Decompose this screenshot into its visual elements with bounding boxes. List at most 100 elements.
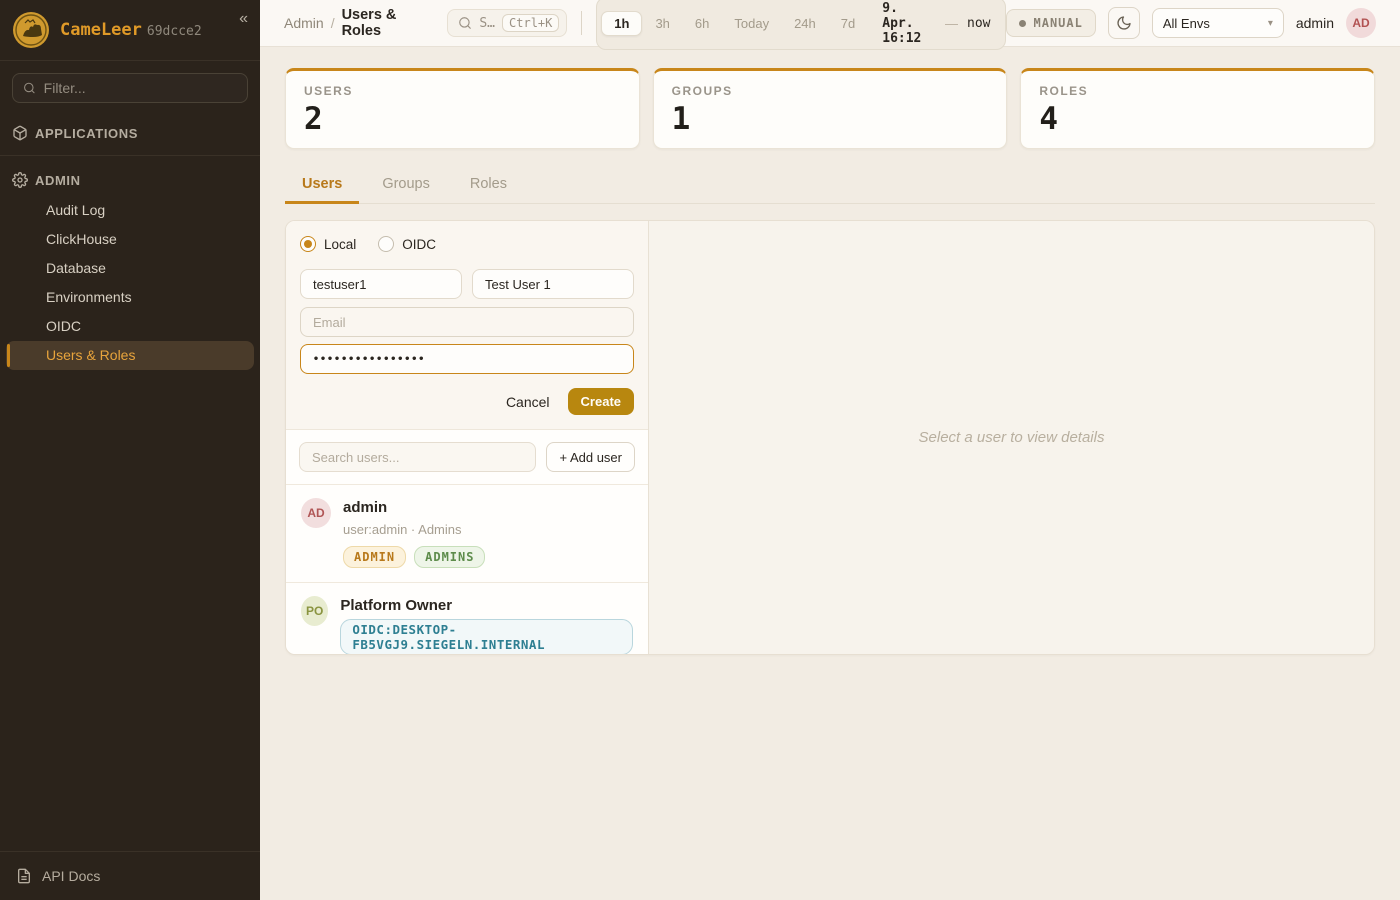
user-row-platform-owner[interactable]: PO Platform Owner OIDC:DESKTOP-FB5VGJ9.S… xyxy=(286,582,648,655)
api-docs-link[interactable]: API Docs xyxy=(0,851,260,900)
create-user-form: Local OIDC Cancel Create xyxy=(286,221,648,429)
time-dash: — xyxy=(945,16,958,31)
search-icon xyxy=(23,81,36,95)
stat-label: USERS xyxy=(304,84,621,98)
status-dot xyxy=(1019,20,1026,27)
breadcrumb-separator: / xyxy=(331,15,335,31)
radio-circle xyxy=(300,236,316,252)
env-selected-label: All Envs xyxy=(1163,16,1210,31)
refresh-mode-badge[interactable]: MANUAL xyxy=(1006,9,1096,37)
global-search[interactable]: S… Ctrl+K xyxy=(447,9,567,37)
top-header: Admin / Users & Roles S… Ctrl+K 1h 3h 6h… xyxy=(260,0,1400,47)
avatar: AD xyxy=(301,498,331,528)
cancel-button[interactable]: Cancel xyxy=(506,394,550,410)
radio-oidc-label: OIDC xyxy=(402,237,436,252)
search-icon xyxy=(458,16,472,30)
range-button-today[interactable]: Today xyxy=(722,12,781,35)
users-left-panel: Local OIDC Cancel Create xyxy=(286,221,649,654)
group-badge-admins: ADMINS xyxy=(414,546,485,568)
tab-roles[interactable]: Roles xyxy=(453,168,524,204)
search-placeholder: S… xyxy=(479,16,495,31)
badge-row: ADMIN ADMINS xyxy=(343,546,485,568)
email-field[interactable] xyxy=(300,307,634,337)
sidebar-item-clickhouse[interactable]: ClickHouse xyxy=(6,225,254,254)
app-version: 69dcce2 xyxy=(147,24,202,39)
dark-mode-toggle[interactable] xyxy=(1108,7,1140,39)
radio-local[interactable]: Local xyxy=(300,236,356,252)
cube-icon xyxy=(12,125,28,141)
stat-value: 1 xyxy=(672,102,989,136)
time-from[interactable]: 9. Apr. 16:12 xyxy=(882,1,936,46)
breadcrumb-root[interactable]: Admin xyxy=(284,15,324,31)
stat-card-groups[interactable]: GROUPS 1 xyxy=(653,68,1008,149)
logo-row: CameLeer 69dcce2 « xyxy=(0,0,260,61)
create-button[interactable]: Create xyxy=(568,388,634,415)
user-list: AD admin user:admin · Admins ADMIN ADMIN… xyxy=(286,484,648,654)
radio-local-label: Local xyxy=(324,237,356,252)
display-name-field[interactable] xyxy=(472,269,634,299)
cameleer-logo-icon xyxy=(12,11,50,49)
gear-icon xyxy=(12,172,28,188)
time-range-group: 1h 3h 6h Today 24h 7d 9. Apr. 16:12 — no… xyxy=(596,0,1005,50)
sidebar-divider xyxy=(0,155,260,156)
stat-value: 2 xyxy=(304,102,621,136)
sidebar-collapse-icon[interactable]: « xyxy=(239,10,248,28)
current-user-label: admin xyxy=(1296,15,1334,31)
user-detail-panel: Select a user to view details xyxy=(649,221,1374,654)
range-button-1h[interactable]: 1h xyxy=(601,11,642,36)
user-avatar[interactable]: AD xyxy=(1346,8,1376,38)
search-users-input[interactable] xyxy=(299,442,536,472)
document-icon xyxy=(16,868,32,884)
sidebar-item-database[interactable]: Database xyxy=(6,254,254,283)
username-field[interactable] xyxy=(300,269,462,299)
sidebar-section-admin[interactable]: ADMIN xyxy=(0,162,260,196)
radio-circle xyxy=(378,236,394,252)
range-button-6h[interactable]: 6h xyxy=(683,12,721,35)
main-content: USERS 2 GROUPS 1 ROLES 4 Users Groups Ro… xyxy=(260,47,1400,655)
avatar: PO xyxy=(301,596,328,626)
mode-label: MANUAL xyxy=(1034,16,1083,30)
radio-oidc[interactable]: OIDC xyxy=(378,236,436,252)
user-name: Platform Owner xyxy=(340,596,633,616)
sidebar-item-audit-log[interactable]: Audit Log xyxy=(6,196,254,225)
sidebar-item-oidc[interactable]: OIDC xyxy=(6,312,254,341)
filter-input[interactable] xyxy=(44,80,237,96)
add-user-button[interactable]: + Add user xyxy=(546,442,635,472)
range-button-7d[interactable]: 7d xyxy=(829,12,867,35)
name-fields-row xyxy=(300,269,634,299)
sidebar-filter[interactable] xyxy=(12,73,248,103)
empty-state-text: Select a user to view details xyxy=(919,429,1105,446)
time-to[interactable]: now xyxy=(967,16,990,31)
sidebar-item-users-roles[interactable]: Users & Roles xyxy=(6,341,254,370)
api-docs-label: API Docs xyxy=(42,868,100,884)
tab-groups[interactable]: Groups xyxy=(365,168,447,204)
oidc-issuer-badge: OIDC:DESKTOP-FB5VGJ9.SIEGELN.INTERNAL xyxy=(340,619,633,654)
user-type-radios: Local OIDC xyxy=(300,236,634,252)
stats-row: USERS 2 GROUPS 1 ROLES 4 xyxy=(285,68,1375,149)
header-divider xyxy=(581,11,582,35)
sidebar: CameLeer 69dcce2 « APPLICATIONS ADMIN Aud… xyxy=(0,0,260,900)
password-field[interactable] xyxy=(300,344,634,374)
tab-users[interactable]: Users xyxy=(285,168,359,204)
stat-card-users[interactable]: USERS 2 xyxy=(285,68,640,149)
search-shortcut-kbd: Ctrl+K xyxy=(502,14,559,32)
sidebar-section-applications[interactable]: APPLICATIONS xyxy=(0,115,260,149)
chevron-down-icon: ▾ xyxy=(1268,18,1273,29)
user-search-row: + Add user xyxy=(286,429,648,484)
stat-label: GROUPS xyxy=(672,84,989,98)
user-row-admin[interactable]: AD admin user:admin · Admins ADMIN ADMIN… xyxy=(286,484,648,582)
admin-nav: Audit Log ClickHouse Database Environmen… xyxy=(0,196,260,370)
form-actions: Cancel Create xyxy=(300,388,634,415)
user-meta: user:admin · Admins xyxy=(343,522,485,537)
tab-bar: Users Groups Roles xyxy=(285,168,1375,204)
sidebar-item-environments[interactable]: Environments xyxy=(6,283,254,312)
breadcrumb-current: Users & Roles xyxy=(342,7,430,39)
range-button-24h[interactable]: 24h xyxy=(782,12,828,35)
environment-selector[interactable]: All Envs ▾ xyxy=(1152,8,1284,38)
app-title: CameLeer xyxy=(60,20,142,40)
section-applications-label: APPLICATIONS xyxy=(35,126,138,141)
stat-card-roles[interactable]: ROLES 4 xyxy=(1020,68,1375,149)
range-button-3h[interactable]: 3h xyxy=(643,12,681,35)
user-name: admin xyxy=(343,498,485,518)
section-admin-label: ADMIN xyxy=(35,173,81,188)
